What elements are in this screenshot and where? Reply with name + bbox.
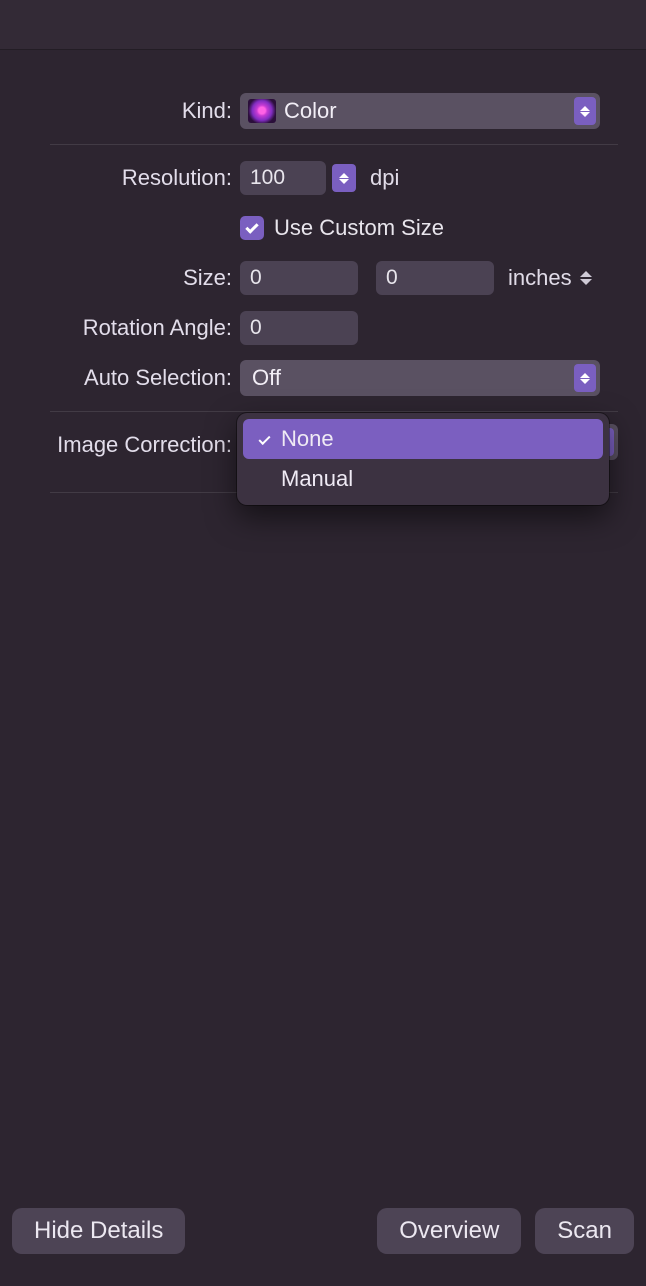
row-kind: Kind: Color xyxy=(10,86,646,136)
hide-details-button[interactable]: Hide Details xyxy=(12,1208,185,1254)
label-resolution: Resolution: xyxy=(10,165,240,191)
size-unit: inches xyxy=(508,265,572,291)
label-kind: Kind: xyxy=(10,98,240,124)
overview-label: Overview xyxy=(399,1217,499,1245)
chevron-down-icon xyxy=(339,179,349,184)
label-image-correction: Image Correction: xyxy=(10,432,240,458)
row-custom-size: Use Custom Size xyxy=(10,203,646,253)
scan-label: Scan xyxy=(557,1217,612,1245)
popup-option-none[interactable]: None xyxy=(243,419,603,459)
kind-dropdown[interactable]: Color xyxy=(240,93,600,129)
auto-selection-value: Off xyxy=(248,365,281,391)
updown-icon xyxy=(574,97,596,125)
row-size: Size: 0 0 inches xyxy=(10,253,646,303)
size-height-value: 0 xyxy=(386,266,398,290)
size-width-input[interactable]: 0 xyxy=(240,261,358,295)
rotation-value: 0 xyxy=(250,316,262,340)
updown-icon xyxy=(574,364,596,392)
row-rotation: Rotation Angle: 0 xyxy=(10,303,646,353)
chevron-up-icon xyxy=(339,173,349,178)
popup-option-label: Manual xyxy=(281,466,353,492)
label-auto-selection: Auto Selection: xyxy=(10,365,240,391)
divider xyxy=(50,144,618,145)
overview-button[interactable]: Overview xyxy=(377,1208,521,1254)
checkmark-icon xyxy=(253,436,275,442)
scan-button[interactable]: Scan xyxy=(535,1208,634,1254)
popup-option-label: None xyxy=(281,426,334,452)
image-correction-popup: None Manual xyxy=(237,413,609,505)
window-titlebar xyxy=(0,0,646,50)
label-size: Size: xyxy=(10,265,240,291)
size-width-value: 0 xyxy=(250,266,262,290)
chevron-up-icon xyxy=(580,271,592,277)
divider xyxy=(50,411,618,412)
resolution-input[interactable]: 100 xyxy=(240,161,326,195)
popup-option-manual[interactable]: Manual xyxy=(243,459,603,499)
checkmark-icon xyxy=(245,220,258,233)
row-resolution: Resolution: 100 dpi xyxy=(10,153,646,203)
rotation-input[interactable]: 0 xyxy=(240,311,358,345)
footer: Hide Details Overview Scan xyxy=(0,1190,646,1286)
use-custom-size-checkbox[interactable] xyxy=(240,216,264,240)
color-swatch-icon xyxy=(248,99,276,123)
kind-value: Color xyxy=(284,98,337,124)
size-unit-stepper[interactable] xyxy=(580,271,592,285)
resolution-value: 100 xyxy=(250,166,285,190)
hide-details-label: Hide Details xyxy=(34,1217,163,1245)
resolution-unit: dpi xyxy=(370,165,399,191)
use-custom-size-label: Use Custom Size xyxy=(274,215,444,241)
scan-settings-panel: Kind: Color Resolution: 100 dpi Use Cust… xyxy=(10,58,646,1190)
resolution-stepper[interactable] xyxy=(332,164,356,192)
label-rotation: Rotation Angle: xyxy=(10,315,240,341)
size-height-input[interactable]: 0 xyxy=(376,261,494,295)
row-auto-selection: Auto Selection: Off xyxy=(10,353,646,403)
chevron-down-icon xyxy=(580,279,592,285)
auto-selection-dropdown[interactable]: Off xyxy=(240,360,600,396)
